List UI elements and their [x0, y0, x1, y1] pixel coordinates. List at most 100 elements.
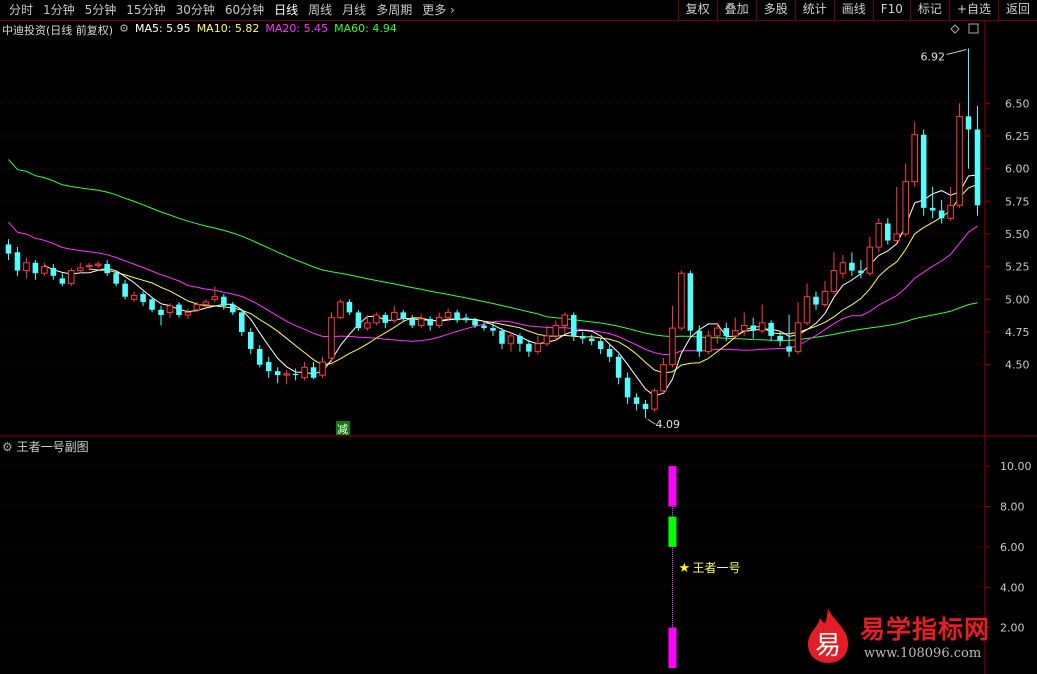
candle-body-31 [283, 373, 290, 376]
candle-body-12 [113, 273, 119, 284]
candle-body-105 [947, 204, 954, 219]
candle-body-95 [858, 270, 864, 274]
candle-body-27 [247, 332, 254, 349]
candle-body-32 [292, 373, 299, 376]
low-pointer [647, 418, 656, 425]
subchart-title: 王者一号副图 [16, 440, 89, 454]
collapse-icon[interactable]: ⚙ [2, 440, 13, 454]
ma10-line [89, 183, 978, 374]
y-tick-label-7: 6.25 [1005, 130, 1030, 143]
sub-y-tick-label-1: 4.00 [1000, 581, 1025, 594]
candle-body-82 [740, 324, 748, 332]
candle-body-94 [849, 262, 855, 271]
candle-body-2 [23, 262, 30, 272]
candle-body-42 [382, 315, 389, 323]
candle-body-85 [768, 322, 774, 336]
candle-body-80 [723, 328, 730, 336]
candle-body-97 [875, 223, 883, 248]
signal-label: 王者一号 [692, 561, 740, 575]
candle-body-88 [794, 322, 802, 353]
candle-body-84 [758, 322, 766, 332]
candle-body-59 [534, 343, 542, 353]
high-price-label: 6.92 [921, 50, 946, 63]
candle-body-74 [669, 327, 676, 366]
candle-body-75 [678, 272, 685, 329]
candle-body-73 [660, 364, 667, 392]
candle-body-99 [893, 233, 901, 242]
candle-body-89 [803, 296, 811, 324]
candle-body-96 [866, 246, 874, 274]
candle-body-44 [400, 312, 407, 319]
ma5-line [44, 174, 978, 397]
candle-body-86 [777, 335, 783, 342]
candle-body-98 [885, 223, 891, 241]
candle-body-50 [454, 312, 460, 321]
candle-body-56 [507, 335, 515, 345]
candle-body-13 [122, 283, 128, 297]
y-tick-label-6: 6.00 [1005, 163, 1030, 176]
signal-segment-2 [668, 466, 677, 507]
candle-body-35 [319, 361, 326, 376]
candle-body-71 [642, 403, 649, 410]
y-tick-label-4: 5.50 [1005, 228, 1030, 241]
candle-body-48 [435, 317, 443, 326]
candle-body-81 [731, 330, 739, 337]
y-tick-label-3: 5.25 [1005, 261, 1030, 274]
candle-body-40 [364, 322, 371, 329]
candle-body-19 [176, 304, 182, 316]
candle-body-6 [59, 278, 66, 284]
candle-body-63 [570, 315, 577, 336]
candle-body-28 [256, 348, 263, 365]
candle-body-18 [166, 305, 174, 313]
y-tick-label-5: 5.75 [1005, 195, 1030, 208]
candle-body-17 [158, 309, 164, 316]
y-tick-label-0: 4.50 [1005, 359, 1030, 372]
candle-body-92 [830, 270, 838, 292]
candle-body-39 [355, 312, 362, 329]
sub-y-tick-label-4: 10.00 [1000, 460, 1032, 473]
signal-tag-text: 减 [337, 423, 348, 436]
logo-char: 易 [815, 631, 841, 661]
candle-body-58 [526, 343, 532, 352]
candle-body-77 [696, 330, 703, 352]
candle-body-20 [184, 311, 192, 316]
candle-body-10 [94, 263, 102, 266]
candle-body-91 [821, 290, 829, 306]
candle-body-106 [956, 115, 963, 206]
candle-body-51 [463, 317, 469, 321]
sub-y-tick-label-3: 8.00 [1000, 501, 1025, 514]
candle-body-25 [230, 304, 236, 313]
sub-y-tick-label-2: 6.00 [1000, 541, 1025, 554]
candle-body-34 [310, 367, 317, 378]
subchart-title-wrap: ⚙ 王者一号副图 [2, 438, 89, 455]
candle-body-104 [938, 210, 945, 219]
candle-body-107 [965, 116, 972, 130]
candle-body-54 [490, 328, 496, 331]
candle-body-57 [517, 335, 523, 344]
signal-segment-1 [668, 516, 677, 547]
candle-body-23 [211, 296, 219, 300]
watermark-url: www.108096.com [864, 646, 982, 661]
candle-body-101 [911, 134, 918, 183]
candle-body-29 [265, 362, 272, 372]
candle-body-68 [615, 356, 622, 378]
candle-body-5 [50, 267, 57, 276]
candle-body-36 [328, 317, 335, 359]
candle-body-26 [238, 312, 245, 332]
candle-body-76 [687, 273, 694, 331]
candle-body-0 [5, 244, 12, 254]
candle-body-87 [786, 346, 792, 352]
candle-body-67 [606, 348, 613, 357]
candle-body-102 [920, 134, 927, 208]
ma60-line [8, 159, 978, 341]
candle-body-61 [552, 324, 560, 337]
candle-body-1 [14, 252, 21, 271]
candle-body-14 [130, 294, 138, 300]
candle-body-37 [337, 301, 344, 319]
watermark-name: 易学指标网 [860, 615, 991, 644]
candle-body-83 [750, 325, 756, 331]
panel-toggle-icon [968, 23, 979, 34]
candle-body-49 [444, 311, 452, 319]
watermark: 易 易学指标网 www.108096.com [800, 602, 1020, 672]
kline-chart: 4.50 4.75 5.00 5.25 5.50 5.75 6.00 6.25 6.50 6.92… [0, 20, 1037, 674]
